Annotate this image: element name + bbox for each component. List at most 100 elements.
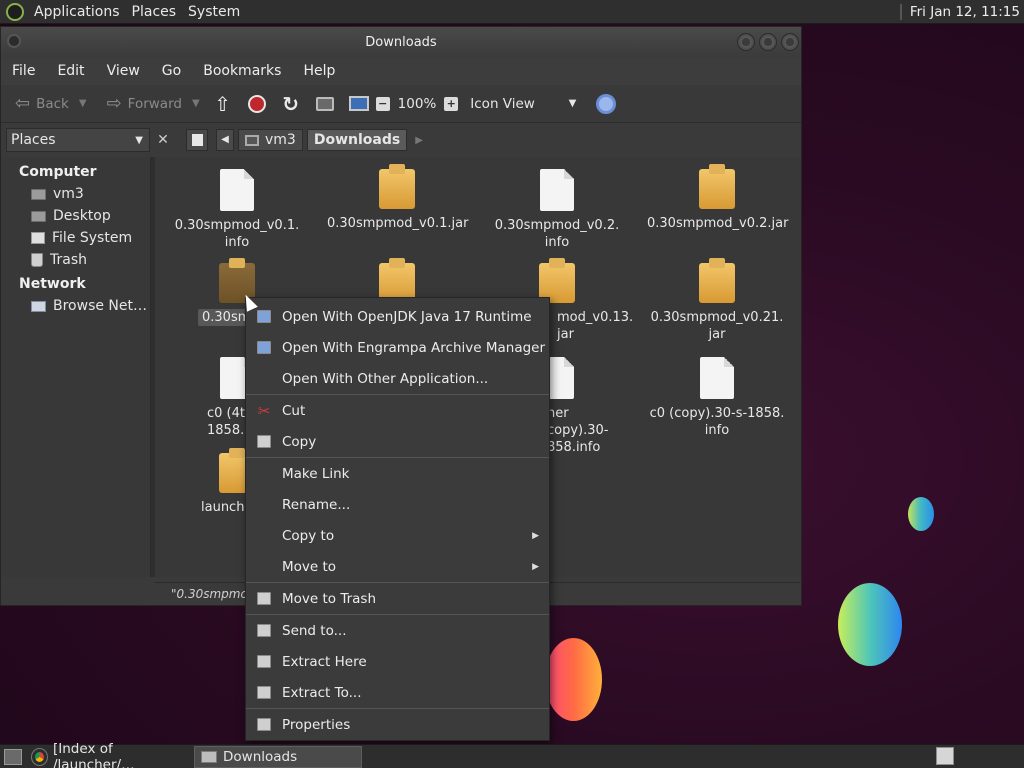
zoom-level[interactable]: 100% (398, 96, 437, 112)
menu-item-open-with-other[interactable]: Open With Other Application... (246, 363, 549, 394)
home-icon (245, 134, 259, 146)
menu-item-rename[interactable]: Rename... (246, 489, 549, 520)
menu-item-send-to[interactable]: Send to... (246, 615, 549, 646)
desktop-decoration (838, 583, 902, 666)
edit-location-button[interactable] (186, 129, 208, 151)
chevron-down-icon: ▼ (568, 98, 577, 109)
menu-view[interactable]: View (96, 63, 151, 79)
home-icon (315, 96, 334, 111)
menu-item-move-to-trash[interactable]: Move to Trash (246, 583, 549, 614)
reload-button[interactable]: ↻ (278, 91, 304, 117)
sidebar-item-file-system[interactable]: File System (1, 227, 150, 249)
close-side-pane-icon[interactable]: ✕ (152, 132, 174, 148)
sidebar-item-vm3[interactable]: vm3 (1, 183, 150, 205)
taskbar-item-browser[interactable]: [Index of /launcher/… (26, 741, 190, 768)
document-icon (220, 169, 254, 211)
breadcrumb-vm3[interactable]: vm3 (238, 129, 303, 151)
menu-item-extract-to[interactable]: Extract To... (246, 677, 549, 708)
menu-item-move-to[interactable]: Move to ▶ (246, 551, 549, 582)
zoom-out-button[interactable]: − (375, 96, 390, 111)
places-menu[interactable]: Places (128, 4, 185, 20)
forward-button[interactable]: ⇨ Forward ▼ (101, 93, 206, 114)
show-desktop-icon[interactable] (4, 748, 22, 765)
menu-edit[interactable]: Edit (46, 63, 95, 79)
sidebar-item-browse-network[interactable]: Browse Net… (1, 295, 150, 317)
taskbar-item-downloads[interactable]: Downloads (194, 745, 362, 768)
folder-icon (201, 750, 217, 763)
menu-item-open-with-engrampa[interactable]: Open With Engrampa Archive Manager (246, 332, 549, 363)
desktop-decoration (908, 497, 934, 531)
file-item[interactable]: 0.30smpmod_v0.21. jar (647, 258, 787, 343)
java-icon (257, 310, 271, 323)
jar-archive-icon (699, 164, 735, 209)
stop-icon (247, 94, 266, 113)
extract-icon (257, 655, 271, 668)
menu-item-copy-to[interactable]: Copy to ▶ (246, 520, 549, 551)
menu-bookmarks[interactable]: Bookmarks (192, 63, 292, 79)
up-arrow-icon: ⇧ (214, 91, 232, 116)
chrome-icon (31, 747, 48, 766)
zoom-in-button[interactable]: + (444, 96, 459, 111)
workspace-switcher[interactable] (936, 747, 954, 765)
search-icon[interactable] (596, 93, 617, 114)
copy-icon (257, 435, 271, 448)
title-bar[interactable]: Downloads (1, 27, 801, 57)
properties-icon (257, 718, 271, 731)
menu-file[interactable]: File (1, 63, 46, 79)
submenu-arrow-icon: ▶ (532, 530, 539, 541)
document-icon (700, 357, 734, 399)
up-button[interactable]: ⇧ (210, 91, 236, 117)
home-folder-icon (31, 188, 46, 200)
file-item[interactable]: 0.30smpmod_v0.1.jar (327, 164, 468, 232)
breadcrumb-downloads[interactable]: Downloads (306, 129, 408, 151)
file-item[interactable]: c0 (copy).30-s-1858. info (647, 357, 787, 439)
back-history-dropdown-icon[interactable]: ▼ (79, 98, 87, 109)
distro-logo-icon[interactable] (6, 2, 24, 21)
submenu-arrow-icon: ▶ (532, 561, 539, 572)
menu-help[interactable]: Help (292, 63, 346, 79)
window-menu-icon[interactable] (7, 34, 21, 48)
menu-item-open-with-java[interactable]: Open With OpenJDK Java 17 Runtime (246, 301, 549, 332)
crumb-left-button[interactable]: ◀ (216, 129, 234, 151)
menu-item-copy[interactable]: Copy (246, 426, 549, 457)
file-item[interactable]: 0.30smpmod_v0.2. info (487, 169, 627, 251)
computer-icon (348, 96, 369, 111)
stop-button[interactable] (244, 91, 270, 117)
menu-go[interactable]: Go (151, 63, 192, 79)
extract-icon (257, 686, 271, 699)
toolbar: ⇦ Back ▼ ⇨ Forward ▼ ⇧ ↻ − 100% + Icon V… (1, 85, 801, 123)
file-item[interactable]: 0.30smpmod_v0.1. info (167, 169, 307, 251)
document-icon (540, 169, 574, 211)
home-button[interactable] (312, 91, 338, 117)
trash-icon (31, 253, 43, 267)
panel-separator (899, 3, 902, 20)
send-icon (257, 624, 271, 637)
trash-icon (257, 592, 271, 605)
menu-item-properties[interactable]: Properties (246, 709, 549, 740)
location-bar: Places ▼ ✕ ◀ vm3 Downloads ▶ (1, 123, 801, 157)
system-menu[interactable]: System (184, 4, 248, 20)
menu-item-extract-here[interactable]: Extract Here (246, 646, 549, 677)
minimize-button[interactable] (737, 33, 755, 51)
menu-item-cut[interactable]: ✂ Cut (246, 395, 549, 426)
crumb-right-button[interactable]: ▶ (415, 135, 423, 146)
bottom-panel: [Index of /launcher/… Downloads (0, 741, 1024, 768)
maximize-button[interactable] (759, 33, 777, 51)
sidebar-item-desktop[interactable]: Desktop (1, 205, 150, 227)
desktop-folder-icon (31, 210, 46, 222)
close-button[interactable] (781, 33, 799, 51)
jar-archive-icon (699, 258, 735, 303)
menu-bar: File Edit View Go Bookmarks Help (1, 57, 801, 85)
file-item[interactable]: 0.30smpmod_v0.2.jar (647, 164, 788, 232)
forward-history-dropdown-icon[interactable]: ▼ (192, 98, 200, 109)
applications-menu[interactable]: Applications (30, 4, 128, 20)
clock[interactable]: Fri Jan 12, 11:15 (910, 4, 1024, 20)
jar-archive-icon (379, 164, 415, 209)
back-button[interactable]: ⇦ Back ▼ (9, 93, 93, 114)
side-pane-select[interactable]: Places ▼ (6, 128, 150, 152)
menu-item-make-link[interactable]: Make Link (246, 458, 549, 489)
computer-button[interactable] (346, 91, 372, 117)
view-mode-select[interactable]: Icon View ▼ (470, 96, 576, 112)
sidebar-item-trash[interactable]: Trash (1, 249, 150, 271)
context-menu: Open With OpenJDK Java 17 Runtime Open W… (245, 297, 550, 741)
